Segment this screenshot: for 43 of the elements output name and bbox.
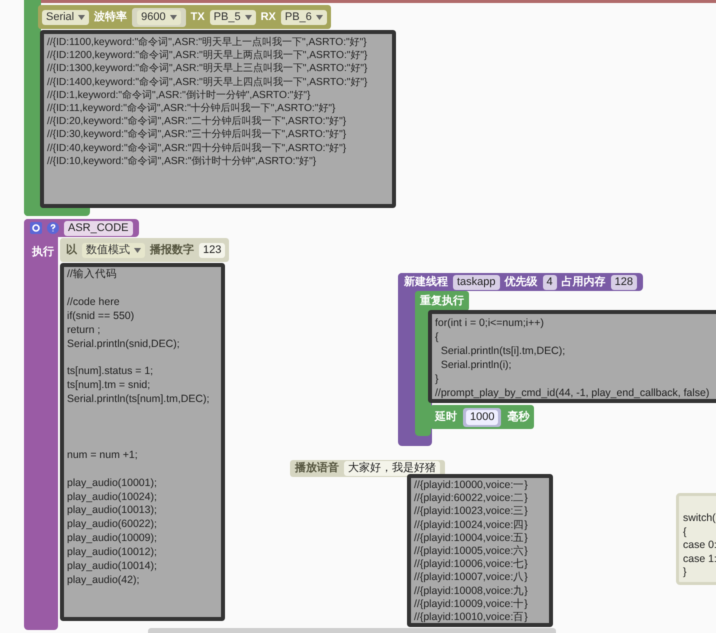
unit-label: 毫秒 [507,412,530,422]
baud-dropdown[interactable]: 9600 [137,10,181,24]
baud-label: 波特率 [94,12,128,22]
voice-block[interactable]: 播放语音 大家好，我是好猪 [290,460,445,477]
voice-label: 播放语音 [295,463,339,474]
priority-field[interactable]: 4 [542,274,557,290]
mode-dropdown[interactable]: 数值模式 [82,242,145,258]
tx-dropdown[interactable]: PB_5 [210,10,256,24]
rx-label: RX [260,12,276,22]
baud-slot[interactable]: 9600 [132,8,186,26]
caret-icon [244,14,252,20]
scrollbar[interactable] [148,628,556,633]
delay-field[interactable]: 1000 [466,410,498,424]
function-name-field[interactable]: ASR_CODE [64,220,133,236]
number-field[interactable]: 123 [199,242,226,258]
delay-block[interactable]: 延时 1000 毫秒 [430,405,534,429]
caret-icon [78,14,86,20]
code-text[interactable]: for(int i = 0;i<=num;i++) { Serial.println(ts[i].tm,DEC); Serial.println(i); } //prompt_play_by_cmd_id(44, -1, play_end_callback, false) [428,310,716,403]
caret-icon [134,248,141,252]
tx-label: TX [190,12,205,22]
switch-block[interactable]: switch( { case 0: case 1: } [676,493,716,585]
memory-field[interactable]: 128 [610,274,638,290]
thread-header[interactable]: 新建线程 taskapp 优先级 4 占用内存 128 [398,273,644,291]
port-dropdown[interactable]: Serial [42,10,90,24]
serial-block[interactable]: Serial 波特率 9600 TX PB_5 RX PB_6 [38,5,331,29]
speak-block[interactable]: 以 数值模式 播报数字 123 [60,238,230,262]
thread-name-field[interactable]: taskapp [453,274,500,290]
delay-label: 延时 [435,412,457,422]
speak-number-label: 播报数字 [150,244,194,256]
caret-icon [170,14,177,20]
voice-text-field[interactable]: 大家好，我是好猪 [344,461,440,476]
code-text[interactable]: //{playid:10000,voice:一} //{playid:60022,voice:二} //{playid:10023,voice:三} //{playid:10024,voice:四} //{playid:10004,voice:五} //{playid:10005,voice:六} //{playid:10006,voice:七} //{playid:10007,voice:八} //{playid:10008,voice:九} //{playid:10009,voice:十} //{playid:10010,voice:百} [407,474,553,627]
prefix-label: 以 [66,244,77,256]
priority-label: 优先级 [504,276,538,288]
caret-icon [316,14,323,20]
memory-label: 占用内存 [562,276,606,288]
code-text[interactable]: //{ID:1100,keyword:"命令词",ASR:"明天早上一点叫我一下",ASRTO:"好"} //{ID:1200,keyword:"命令词",ASR:"明天早上两点叫我一下",ASRTO:"好"} //{ID:1300,keyword:"命令词",ASR:"明天早上三点叫我一下",ASRTO:"好"} //{ID:1400,keyword:"命令词",ASR:"明天早上四点叫我一下",ASRTO:"好"} //{ID:1,keyword:"命令词",ASR:"倒计时一分钟",ASRTO:"好"} //{ID:11,keyword:"命令词",ASR:"十分钟后叫我一下",ASRTO:"好"} //{ID:20,keyword:"命令词",ASR:"二十分钟后叫我一下",ASRTO:"好"} //{ID:30,keyword:"命令词",ASR:"三十分钟后叫我一下",ASRTO:"好"} //{ID:40,keyword:"命令词",ASR:"四十分钟后叫我一下",ASRTO:"好"} //{ID:10,keyword:"命令词",ASR:"倒计时十分钟",ASRTO:"好"} [40,30,396,208]
code-text[interactable]: //输入代码 //code here if(snid == 550) return ; Serial.println(snid,DEC); ts[num].status = 1; ts[num].tm = snid; Serial.println(ts[num].tm,DEC); num = num +1; play_audio(10001); play_audio(10024); play_audio(10013); play_audio(60022); play_audio(10009); play_audio(10012); play_audio(10014); play_audio(42); [60,263,225,621]
loop-label: 重复执行 [420,296,464,306]
thread-label: 新建线程 [404,276,448,288]
execute-label: 执行 [32,246,54,258]
help-icon[interactable] [47,222,59,234]
rx-dropdown[interactable]: PB_6 [280,10,327,24]
